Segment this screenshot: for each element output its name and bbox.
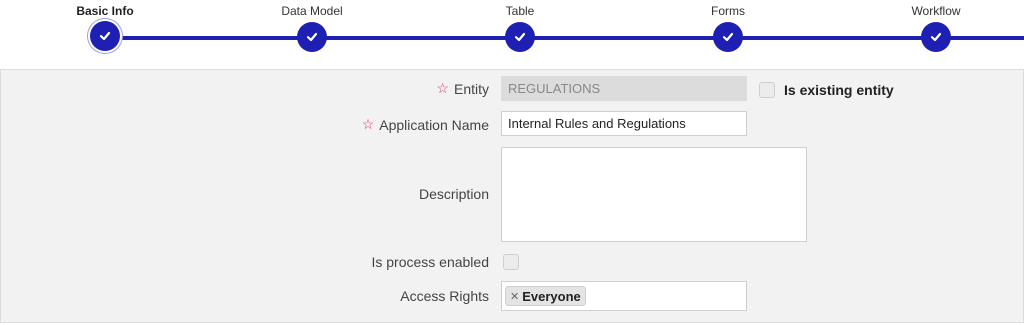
checkmark-icon	[99, 31, 111, 41]
application-name-label-row: ☆ Application Name	[362, 116, 489, 133]
access-rights-multiselect[interactable]: ✕ Everyone	[501, 281, 747, 311]
checkmark-icon	[722, 32, 734, 42]
required-star-icon: ☆	[436, 80, 449, 96]
checkmark-icon	[306, 32, 318, 42]
basic-info-form: ☆ Entity REGULATIONS Is existing entity …	[0, 69, 1024, 323]
description-textarea[interactable]	[501, 147, 807, 242]
step-basic-info[interactable]	[90, 21, 120, 51]
process-enabled-label-row: Is process enabled	[371, 254, 489, 270]
application-name-input[interactable]: Internal Rules and Regulations	[501, 111, 747, 136]
step-data-model[interactable]	[297, 22, 327, 52]
entity-field[interactable]: REGULATIONS	[501, 76, 747, 101]
close-icon[interactable]: ✕	[510, 290, 519, 303]
description-label: Description	[418, 186, 489, 202]
step-forms[interactable]	[713, 22, 743, 52]
application-name-value: Internal Rules and Regulations	[508, 116, 686, 131]
application-name-label: Application Name	[379, 116, 489, 133]
stepper-progress-line	[105, 36, 1024, 40]
step-label-workflow: Workflow	[911, 4, 961, 18]
is-existing-entity-label: Is existing entity	[784, 82, 894, 98]
wizard-stepper: Basic Info Data Model Table Forms Workfl…	[0, 0, 1024, 66]
entity-label-row: ☆ Entity	[436, 80, 489, 97]
step-label-forms: Forms	[711, 4, 745, 18]
entity-label: Entity	[453, 80, 489, 97]
is-process-enabled-checkbox[interactable]	[503, 254, 519, 270]
description-label-row: Description	[419, 186, 489, 202]
access-rights-label: Access Rights	[400, 288, 489, 304]
entity-value: REGULATIONS	[508, 81, 601, 96]
is-process-enabled-label: Is process enabled	[371, 254, 489, 270]
is-existing-entity-checkbox[interactable]	[759, 82, 775, 98]
step-table[interactable]	[505, 22, 535, 52]
step-label-table: Table	[505, 4, 535, 18]
access-rights-tag: ✕ Everyone	[505, 286, 586, 306]
step-label-basic-info: Basic Info	[76, 4, 134, 18]
required-star-icon: ☆	[361, 116, 375, 132]
step-label-data-model: Data Model	[281, 4, 343, 18]
step-workflow[interactable]	[921, 22, 951, 52]
checkmark-icon	[930, 32, 942, 42]
checkmark-icon	[514, 32, 526, 42]
access-rights-label-row: Access Rights	[400, 288, 489, 304]
access-rights-tag-label: Everyone	[522, 288, 581, 304]
